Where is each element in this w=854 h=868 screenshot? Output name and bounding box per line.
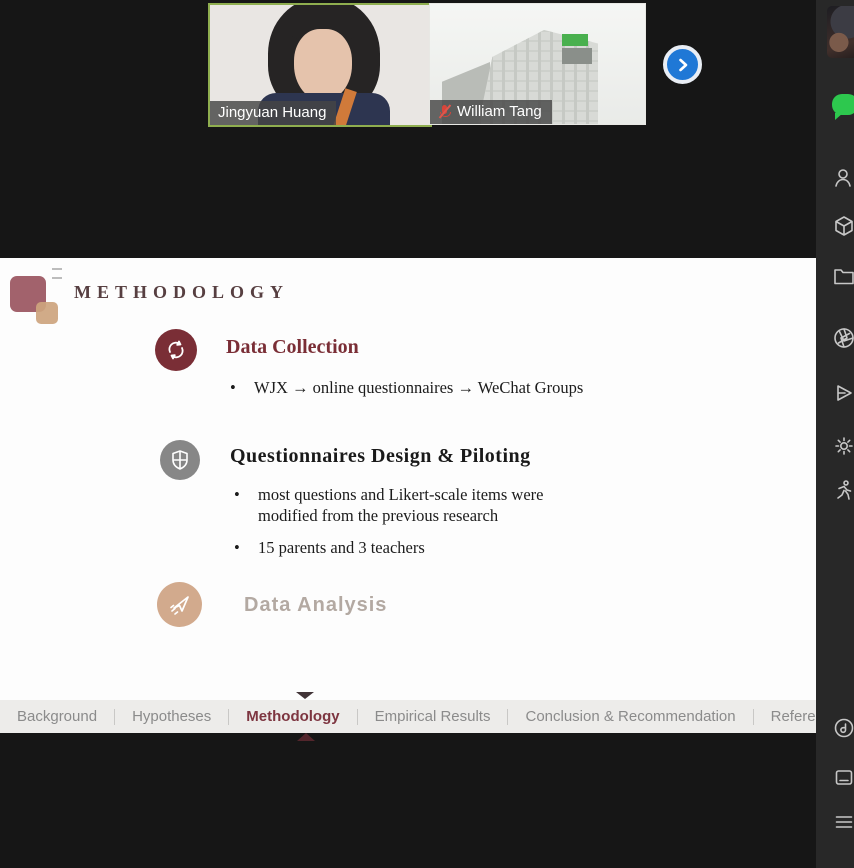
- bullet-item: 15 parents and 3 teachers: [258, 537, 425, 558]
- chevron-right-icon: [675, 57, 691, 73]
- next-participants-button[interactable]: [663, 45, 702, 84]
- tab-references[interactable]: References: [754, 708, 816, 725]
- slide-nav-tabbar: Background Hypotheses Methodology Empiri…: [0, 700, 816, 733]
- tab-empirical-results[interactable]: Empirical Results: [358, 708, 508, 725]
- apps-cube-icon[interactable]: [832, 214, 854, 238]
- section-heading: Data Analysis: [244, 594, 387, 617]
- contacts-icon[interactable]: [832, 166, 854, 190]
- menu-lines-icon[interactable]: [832, 810, 854, 834]
- tab-conclusion-recommendation[interactable]: Conclusion & Recommendation: [508, 708, 752, 725]
- video-tile-speaker[interactable]: Jingyuan Huang: [208, 3, 432, 127]
- video-tile[interactable]: William Tang: [429, 3, 646, 125]
- tab-hypotheses[interactable]: Hypotheses: [115, 708, 228, 725]
- participant-name: William Tang: [457, 103, 542, 120]
- chat-bubble-icon[interactable]: [832, 94, 854, 115]
- app-sidebar: [816, 0, 854, 868]
- record-clock-icon[interactable]: [832, 716, 854, 740]
- cycle-arrows-icon: [155, 329, 197, 371]
- mic-muted-icon: [438, 104, 451, 119]
- window-icon[interactable]: [832, 766, 854, 790]
- settings-gear-icon[interactable]: [832, 434, 854, 458]
- leave-runner-icon[interactable]: [832, 478, 854, 502]
- share-play-icon[interactable]: [832, 381, 854, 405]
- files-folder-icon[interactable]: [832, 264, 854, 288]
- section-heading: Questionnaires Design & Piloting: [230, 445, 531, 468]
- shared-slide: METHODOLOGY Data Collection WJX → online…: [0, 258, 816, 700]
- tab-methodology[interactable]: Methodology: [229, 708, 356, 725]
- paper-plane-icon: [157, 582, 202, 627]
- participant-name-tag: William Tang: [430, 100, 552, 124]
- active-tab-pointer-top: [296, 692, 314, 699]
- participant-name-tag: Jingyuan Huang: [210, 101, 336, 125]
- user-avatar[interactable]: [827, 6, 854, 58]
- participant-name: Jingyuan Huang: [218, 104, 326, 121]
- active-tab-pointer-bottom: [297, 733, 315, 741]
- bullet-item: most questions and Likert-scale items we…: [258, 484, 603, 526]
- slide-title: METHODOLOGY: [74, 282, 289, 303]
- browser-aperture-icon[interactable]: [832, 326, 854, 350]
- section-heading: Data Collection: [226, 336, 359, 359]
- bullet-item: WJX → online questionnaires → WeChat Gro…: [254, 377, 583, 398]
- tab-background[interactable]: Background: [0, 708, 114, 725]
- meeting-window: Jingyuan Huang William Tang METHODOLOGY: [0, 0, 854, 868]
- shield-icon: [160, 440, 200, 480]
